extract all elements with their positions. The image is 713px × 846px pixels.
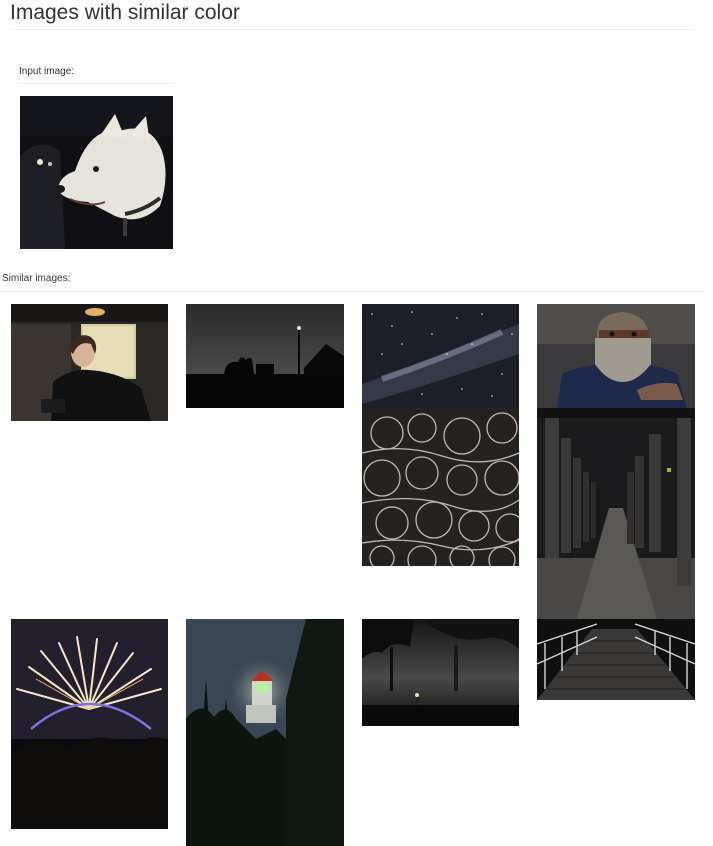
similar-image[interactable] (362, 619, 519, 726)
title-divider (10, 29, 695, 30)
similar-image[interactable] (537, 304, 695, 408)
page-title: Images with similar color (10, 1, 240, 24)
input-image (20, 96, 173, 249)
similar-image[interactable] (362, 304, 519, 408)
input-divider (19, 83, 173, 84)
similar-image[interactable] (186, 619, 344, 846)
similar-image[interactable] (11, 304, 168, 421)
input-image-label: Input image: (19, 66, 75, 77)
similar-images-label: Similar images: (2, 273, 71, 284)
similar-image[interactable] (11, 619, 168, 829)
similar-image[interactable] (537, 408, 695, 619)
similar-image[interactable] (537, 619, 695, 700)
similar-image[interactable] (362, 408, 519, 566)
similar-divider (0, 291, 705, 292)
similar-image[interactable] (186, 304, 344, 408)
